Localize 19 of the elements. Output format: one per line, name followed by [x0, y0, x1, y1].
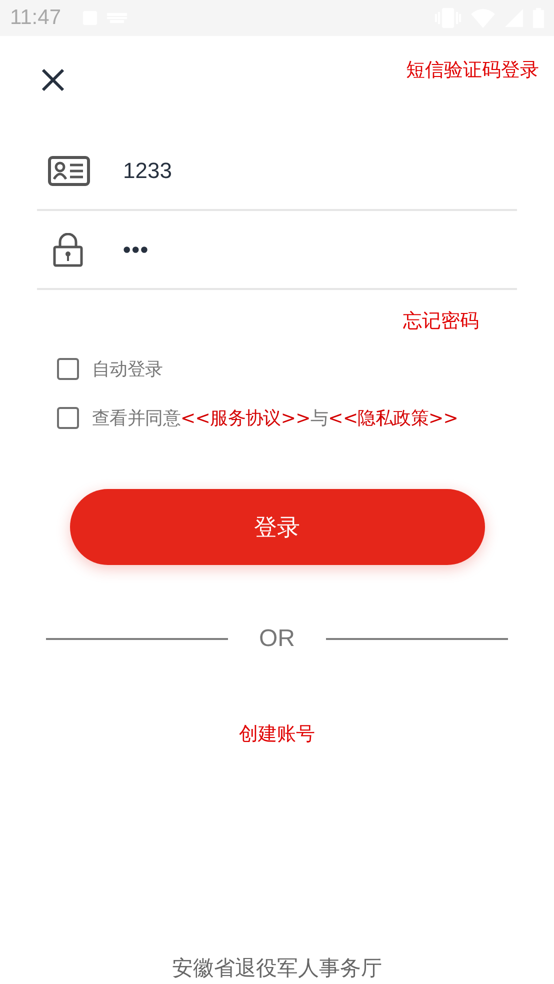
login-button[interactable]: 登录 [70, 489, 484, 565]
sms-login-link[interactable]: 短信验证码登录 [406, 57, 539, 83]
lock-icon [53, 232, 83, 266]
agreement-text: 与 [310, 408, 328, 428]
input-field[interactable]: 1233 [37, 132, 517, 211]
status-time: 11:47 [10, 6, 61, 30]
agreement-text: 查看并同意 [92, 408, 181, 428]
footer-text: 安徽省退役军人事务厅 [172, 955, 382, 982]
checkbox[interactable] [57, 358, 79, 380]
create-account-link[interactable]: 创建账号 [239, 721, 315, 747]
checkbox-label: 自动登录 [92, 358, 163, 380]
close-button[interactable] [41, 68, 65, 92]
forgot-password-link[interactable]: 忘记密码 [403, 308, 479, 344]
checkbox[interactable] [57, 406, 79, 428]
agreement-link[interactable]: <<服务协议>> [180, 408, 310, 428]
id-card-icon [48, 156, 90, 186]
input-field[interactable]: ••• [37, 211, 517, 290]
divider-label: OR [258, 625, 296, 653]
agreement-link[interactable]: <<隐私政策>> [328, 408, 458, 428]
